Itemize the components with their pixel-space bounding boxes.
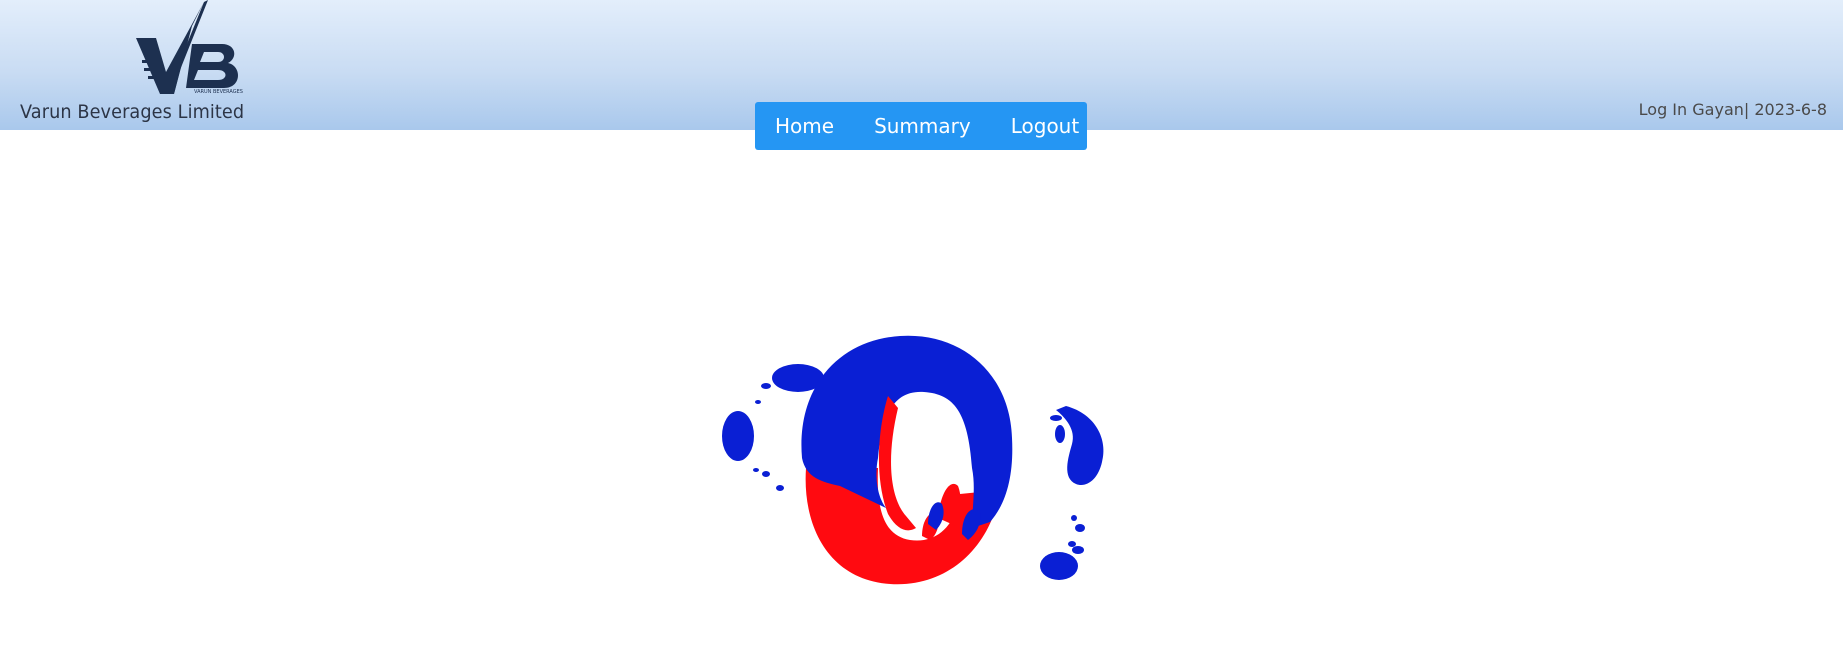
user-name: Gayan — [1692, 100, 1744, 119]
company-name: Varun Beverages Limited — [20, 101, 245, 123]
user-login-info: Log In Gayan| 2023-6-8 — [1639, 100, 1827, 119]
company-logo: VARUN BEVERAGES Varun Beverages Limited — [14, 0, 244, 126]
nav-home[interactable]: Home — [764, 114, 845, 138]
vb-logo-icon — [136, 0, 239, 94]
loading-spinner-icon — [722, 335, 1104, 585]
logo-small-text: VARUN BEVERAGES — [194, 89, 243, 95]
main-nav: Home Summary Logout — [755, 102, 1087, 150]
nav-logout[interactable]: Logout — [1000, 114, 1090, 138]
login-date: 2023-6-8 — [1754, 100, 1827, 119]
login-prefix: Log In — [1638, 100, 1688, 119]
nav-summary[interactable]: Summary — [863, 114, 982, 138]
info-separator: | — [1743, 100, 1750, 119]
